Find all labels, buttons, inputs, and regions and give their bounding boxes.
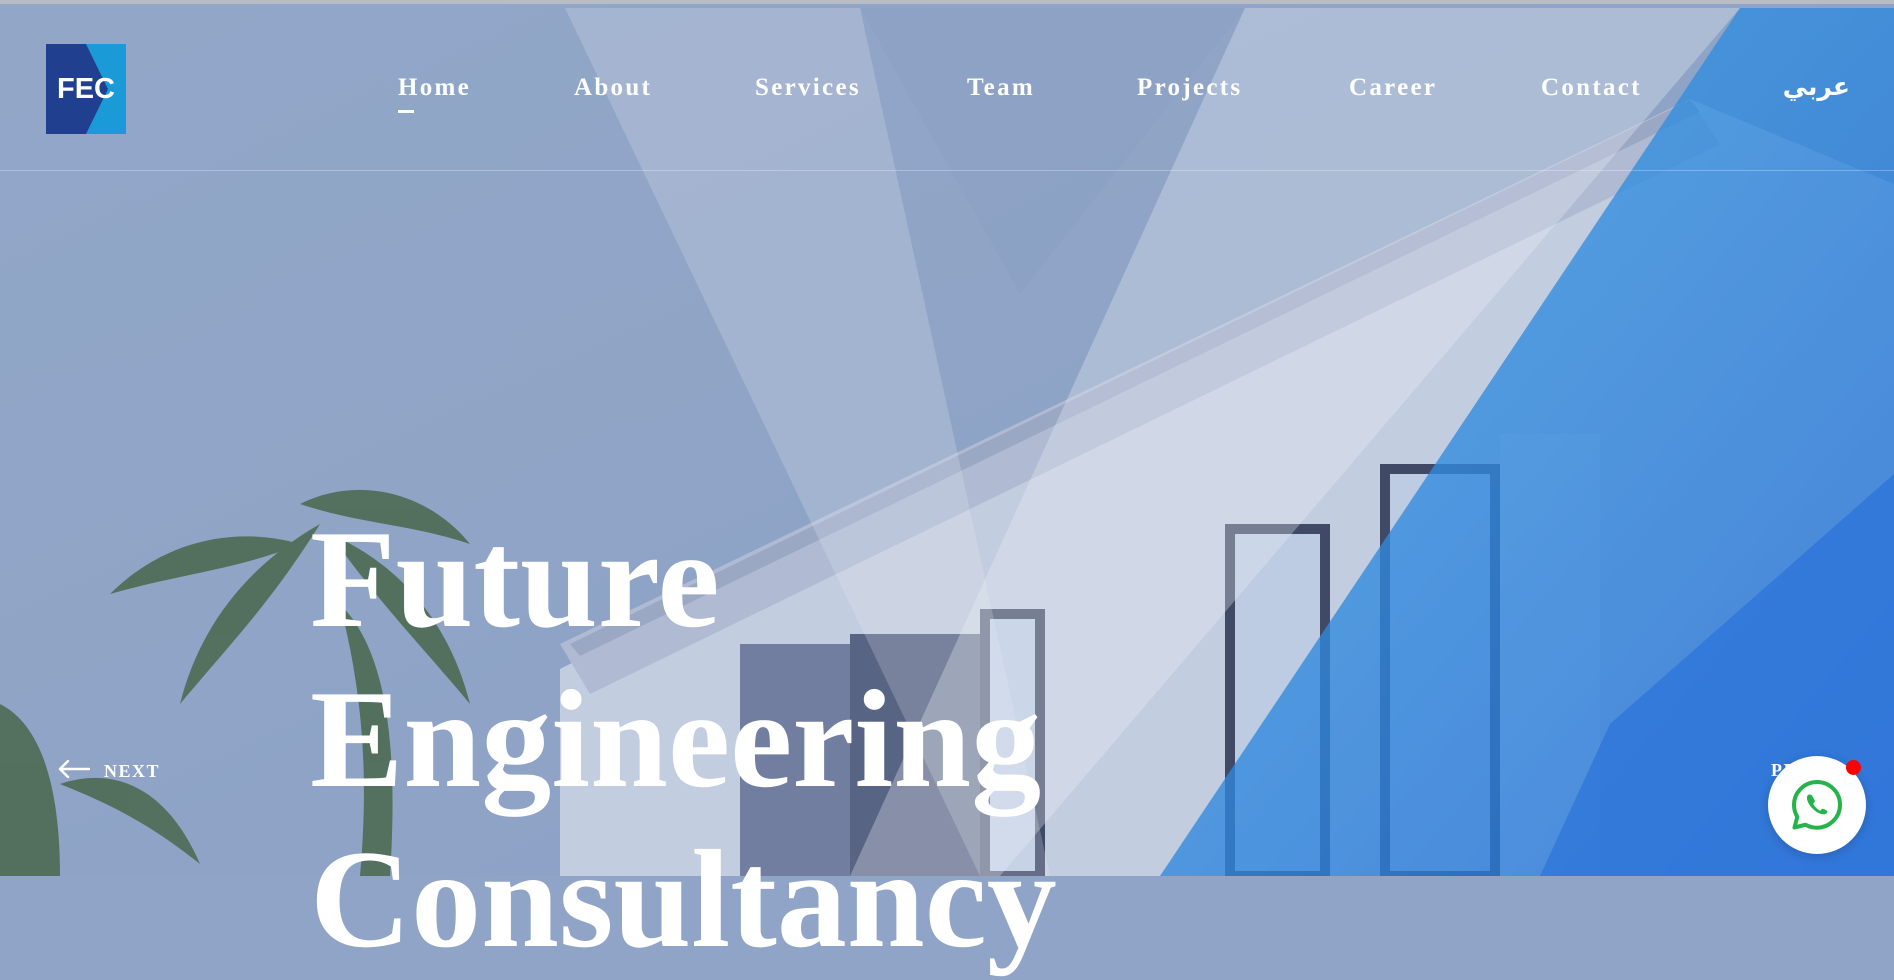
nav-team[interactable]: Team <box>967 74 1035 102</box>
hero-headline: Future Engineering Consultancy <box>310 500 1057 980</box>
arrow-left-icon <box>58 759 91 783</box>
brand-logo[interactable]: FEC <box>46 44 126 134</box>
nav-career[interactable]: Career <box>1349 74 1437 102</box>
headline-line-1: Future <box>310 502 720 657</box>
nav-contact[interactable]: Contact <box>1541 74 1642 102</box>
logo-text: FEC <box>57 73 115 105</box>
notification-dot <box>1846 760 1861 775</box>
site-header: FEC Home About Services Team Projects Ca… <box>0 4 1894 171</box>
whatsapp-button[interactable] <box>1768 756 1866 854</box>
slider-next-control[interactable]: NEXT <box>58 759 161 783</box>
slider-next-label: NEXT <box>104 761 161 781</box>
headline-line-2: Engineering <box>310 662 1042 817</box>
whatsapp-icon <box>1792 780 1842 830</box>
nav-services[interactable]: Services <box>755 74 861 102</box>
language-toggle[interactable]: عربي <box>1783 72 1850 101</box>
nav-home[interactable]: Home <box>398 74 471 113</box>
nav-projects[interactable]: Projects <box>1137 74 1242 102</box>
headline-line-3: Consultancy <box>310 822 1057 977</box>
nav-about[interactable]: About <box>574 74 652 102</box>
